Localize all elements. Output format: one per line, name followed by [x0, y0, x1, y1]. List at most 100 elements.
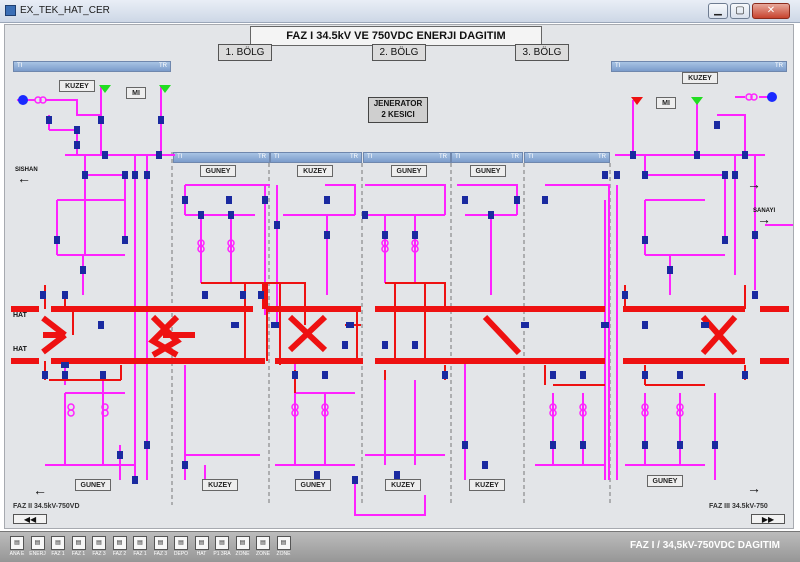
taskbar-button-7[interactable]: ▤ FAZ 3 — [152, 536, 170, 558]
circuit-breaker[interactable] — [122, 171, 128, 179]
circuit-breaker[interactable] — [667, 266, 673, 274]
circuit-breaker[interactable] — [677, 371, 683, 379]
circuit-breaker[interactable] — [117, 451, 123, 459]
circuit-breaker[interactable] — [550, 371, 556, 379]
circuit-breaker[interactable] — [630, 151, 636, 159]
taskbar-button-6[interactable]: ▤ FAZ 1 — [131, 536, 149, 558]
circuit-breaker[interactable] — [642, 171, 648, 179]
circuit-breaker[interactable] — [412, 341, 418, 349]
circuit-breaker[interactable] — [412, 231, 418, 239]
arrow-right-icon[interactable]: → — [757, 212, 771, 226]
circuit-breaker[interactable] — [82, 171, 88, 179]
circuit-breaker[interactable] — [292, 371, 298, 379]
close-button[interactable]: ✕ — [752, 3, 790, 19]
circuit-breaker[interactable] — [602, 171, 608, 179]
circuit-breaker[interactable] — [74, 126, 80, 134]
circuit-breaker[interactable] — [122, 236, 128, 244]
circuit-breaker[interactable] — [514, 196, 520, 204]
circuit-breaker[interactable] — [40, 291, 46, 299]
circuit-breaker[interactable] — [542, 196, 548, 204]
taskbar-button-3[interactable]: ▤ FAZ 1 — [70, 536, 88, 558]
circuit-breaker[interactable] — [202, 291, 208, 299]
taskbar-button-4[interactable]: ▤ FAZ 3 — [90, 536, 108, 558]
circuit-breaker[interactable] — [642, 236, 648, 244]
circuit-breaker[interactable] — [144, 171, 150, 179]
circuit-breaker[interactable] — [580, 441, 586, 449]
circuit-breaker[interactable] — [622, 291, 628, 299]
generator-left-icon[interactable] — [18, 95, 28, 105]
circuit-breaker[interactable] — [722, 236, 728, 244]
circuit-breaker[interactable] — [314, 471, 320, 479]
circuit-breaker[interactable] — [42, 371, 48, 379]
circuit-breaker[interactable] — [677, 441, 683, 449]
arrow-left-bottom-icon[interactable]: ← — [33, 483, 47, 497]
circuit-breaker[interactable] — [100, 371, 106, 379]
circuit-breaker[interactable] — [324, 231, 330, 239]
circuit-breaker[interactable] — [262, 196, 268, 204]
circuit-breaker[interactable] — [442, 371, 448, 379]
circuit-breaker[interactable] — [382, 231, 388, 239]
circuit-breaker[interactable] — [752, 291, 758, 299]
circuit-breaker[interactable] — [156, 151, 162, 159]
circuit-breaker[interactable] — [346, 322, 354, 328]
circuit-breaker[interactable] — [46, 116, 52, 124]
circuit-breaker[interactable] — [158, 116, 164, 124]
circuit-breaker[interactable] — [550, 441, 556, 449]
maximize-button[interactable]: ▢ — [730, 3, 750, 19]
taskbar-button-5[interactable]: ▤ FAZ 2 — [111, 536, 129, 558]
circuit-breaker[interactable] — [732, 171, 738, 179]
mi-button-left[interactable]: MI — [126, 87, 146, 99]
circuit-breaker[interactable] — [132, 476, 138, 484]
circuit-breaker[interactable] — [462, 196, 468, 204]
circuit-breaker[interactable] — [198, 211, 204, 219]
circuit-breaker[interactable] — [132, 171, 138, 179]
circuit-breaker[interactable] — [54, 236, 60, 244]
circuit-breaker[interactable] — [226, 196, 232, 204]
circuit-breaker[interactable] — [258, 291, 264, 299]
circuit-breaker[interactable] — [701, 322, 709, 328]
circuit-breaker[interactable] — [462, 441, 468, 449]
circuit-breaker[interactable] — [102, 151, 108, 159]
arrow-right-top-icon[interactable]: → — [747, 177, 761, 191]
circuit-breaker[interactable] — [352, 476, 358, 484]
generator-breaker-button[interactable]: JENERATOR 2 KESICI — [368, 97, 428, 123]
circuit-breaker[interactable] — [144, 441, 150, 449]
circuit-breaker[interactable] — [722, 171, 728, 179]
circuit-breaker[interactable] — [642, 441, 648, 449]
taskbar-button-11[interactable]: ▤ ZONE — [234, 536, 252, 558]
circuit-breaker[interactable] — [62, 371, 68, 379]
circuit-breaker[interactable] — [482, 461, 488, 469]
circuit-breaker[interactable] — [712, 441, 718, 449]
previous-page-button[interactable]: ◀◀ — [13, 514, 47, 524]
circuit-breaker[interactable] — [521, 322, 529, 328]
arrow-right-bottom-icon[interactable]: → — [747, 481, 761, 495]
generator-right-icon[interactable] — [767, 92, 777, 102]
circuit-breaker[interactable] — [614, 171, 620, 179]
circuit-breaker[interactable] — [182, 461, 188, 469]
circuit-breaker[interactable] — [228, 211, 234, 219]
circuit-breaker[interactable] — [240, 291, 246, 299]
circuit-breaker[interactable] — [342, 341, 348, 349]
circuit-breaker[interactable] — [488, 211, 494, 219]
minimize-button[interactable]: ▁ — [708, 3, 728, 19]
circuit-breaker[interactable] — [274, 221, 280, 229]
taskbar-button-10[interactable]: ▤ P1 3RA — [213, 536, 231, 558]
circuit-breaker[interactable] — [382, 341, 388, 349]
circuit-breaker[interactable] — [362, 211, 368, 219]
circuit-breaker[interactable] — [601, 322, 609, 328]
circuit-breaker[interactable] — [324, 196, 330, 204]
circuit-breaker[interactable] — [61, 362, 69, 368]
taskbar-button-2[interactable]: ▤ FAZ 1 — [49, 536, 67, 558]
taskbar-button-0[interactable]: ▤ ANA E — [8, 536, 26, 558]
circuit-breaker[interactable] — [271, 322, 279, 328]
circuit-breaker[interactable] — [642, 321, 648, 329]
circuit-breaker[interactable] — [714, 121, 720, 129]
circuit-breaker[interactable] — [98, 321, 104, 329]
taskbar-button-8[interactable]: ▤ DEPO — [172, 536, 190, 558]
taskbar-button-13[interactable]: ▤ ZONE — [275, 536, 293, 558]
circuit-breaker[interactable] — [642, 371, 648, 379]
circuit-breaker[interactable] — [80, 266, 86, 274]
circuit-breaker[interactable] — [98, 116, 104, 124]
taskbar-button-9[interactable]: ▤ HAT — [193, 536, 211, 558]
circuit-breaker[interactable] — [752, 231, 758, 239]
